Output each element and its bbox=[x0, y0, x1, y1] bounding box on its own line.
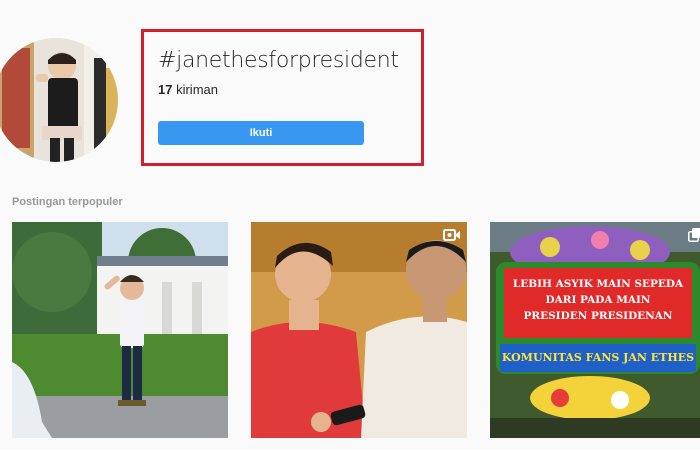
hashtag-title: #janethesforpresident bbox=[158, 48, 399, 73]
banner-bottom-text: KOMUNITAS FANS JAN ETHES bbox=[501, 351, 695, 364]
post-count-suffix: kiriman bbox=[176, 82, 218, 97]
post-tile-1[interactable] bbox=[12, 222, 228, 438]
top-posts-heading: Postingan terpopuler bbox=[12, 196, 123, 208]
multi-photo-icon bbox=[688, 228, 700, 242]
post-tile-3[interactable]: LEBIH ASYIK MAIN SEPEDA DARI PADA MAIN P… bbox=[490, 222, 700, 438]
hashtag-profile-picture bbox=[0, 38, 118, 162]
follow-button-label: Ikuti bbox=[249, 127, 273, 139]
banner-line-1: LEBIH ASYIK MAIN SEPEDA bbox=[512, 278, 684, 290]
banner-line-3: PRESIDEN PRESIDENAN bbox=[523, 310, 673, 322]
follow-button[interactable]: Ikuti bbox=[158, 121, 364, 145]
banner-line-2: DARI PADA MAIN bbox=[545, 294, 651, 306]
video-icon bbox=[443, 229, 460, 241]
post-3-image bbox=[490, 222, 700, 438]
bouquet-banner-text: LEBIH ASYIK MAIN SEPEDA DARI PADA MAIN P… bbox=[504, 276, 692, 324]
post-count-number: 17 bbox=[158, 82, 173, 97]
post-1-image bbox=[12, 222, 228, 438]
post-count: 17 kiriman bbox=[158, 82, 218, 97]
post-tile-2[interactable] bbox=[251, 222, 467, 438]
post-2-image bbox=[251, 222, 467, 438]
